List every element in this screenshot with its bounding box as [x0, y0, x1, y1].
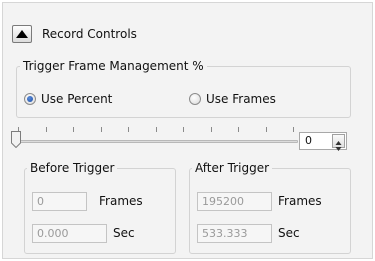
slider-tick	[238, 127, 239, 132]
slider-tick	[293, 127, 294, 132]
collapse-button[interactable]	[12, 25, 32, 43]
slider-tick	[210, 127, 212, 132]
after-sec-field[interactable]: 533.333	[197, 224, 272, 243]
before-frames-field[interactable]: 0	[32, 192, 87, 211]
after-sec-label: Sec	[278, 226, 300, 240]
before-sec-field[interactable]: 0.000	[32, 224, 107, 243]
trigger-frame-group-title: Trigger Frame Management %	[20, 59, 207, 73]
slider-tick	[100, 127, 102, 132]
trigger-percent-spinbox[interactable]: 0	[299, 132, 347, 151]
before-trigger-title: Before Trigger	[27, 161, 118, 175]
slider-tick	[45, 127, 47, 132]
slider-tick	[265, 127, 267, 132]
slider-tick	[155, 127, 157, 132]
after-frames-field[interactable]: 195200	[197, 192, 272, 211]
slider-thumb[interactable]	[11, 131, 21, 148]
use-percent-radio[interactable]	[24, 93, 36, 105]
after-trigger-title: After Trigger	[192, 161, 273, 175]
before-frames-label: Frames	[99, 194, 143, 208]
section-title: Record Controls	[42, 27, 137, 41]
spin-down-button[interactable]	[333, 141, 344, 151]
after-frames-label: Frames	[278, 194, 322, 208]
triangle-up-icon	[16, 30, 28, 38]
chevron-down-icon	[335, 147, 342, 151]
use-frames-radio[interactable]	[189, 93, 201, 105]
slider-tick	[73, 127, 74, 132]
before-sec-label: Sec	[113, 226, 135, 240]
use-percent-label: Use Percent	[41, 92, 113, 106]
slider-tick	[128, 127, 129, 132]
spin-buttons	[332, 134, 345, 151]
record-controls-panel: Record Controls Trigger Frame Management…	[2, 2, 373, 259]
trigger-slider-track[interactable]	[16, 140, 298, 143]
spinbox-value: 0	[305, 134, 312, 147]
slider-tick	[183, 127, 184, 132]
use-frames-label: Use Frames	[206, 92, 276, 106]
